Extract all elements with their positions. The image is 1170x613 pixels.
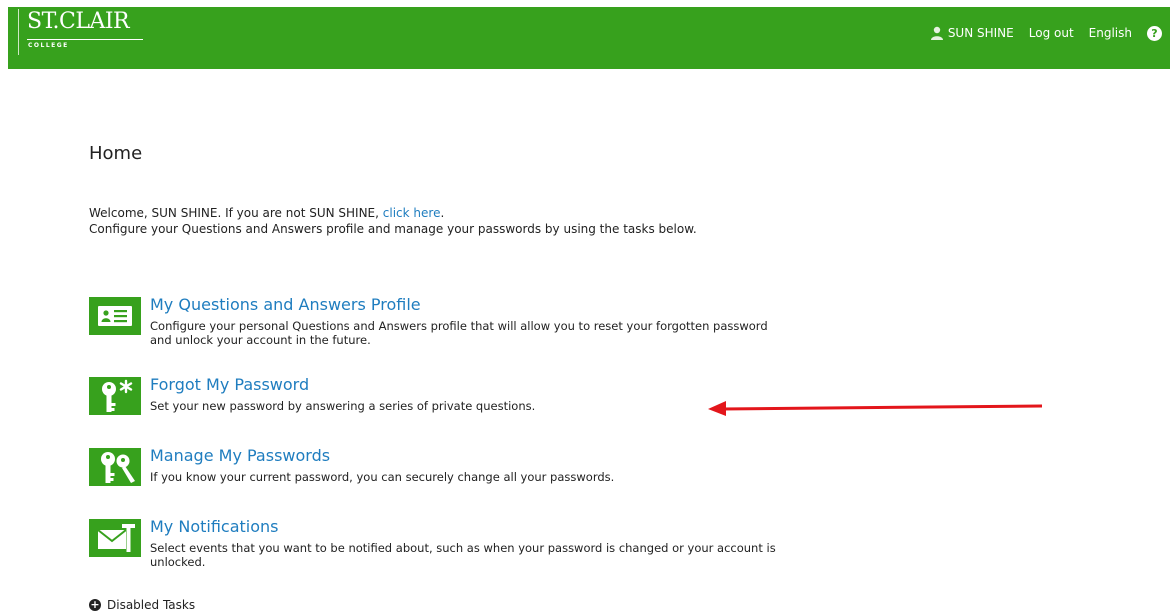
- key-asterisk-icon[interactable]: [89, 377, 141, 415]
- task-forgot-password: Forgot My Password Set your new password…: [89, 375, 789, 421]
- welcome-suffix: .: [440, 206, 445, 220]
- not-you-link[interactable]: click here: [383, 206, 441, 220]
- welcome-message: Welcome, SUN SHINE. If you are not SUN S…: [89, 205, 697, 237]
- logo-underline: [27, 39, 143, 40]
- task-notifications: My Notifications Select events that you …: [89, 517, 789, 577]
- logo-title: ST.CLAIR: [27, 9, 130, 34]
- task-title-link[interactable]: My Notifications: [150, 517, 279, 536]
- logo-subtitle: COLLEGE: [28, 42, 69, 49]
- id-card-icon[interactable]: [89, 297, 141, 335]
- red-arrow-annotation: [708, 401, 1043, 416]
- user-name: SUN SHINE: [947, 26, 1014, 40]
- task-manage-passwords: Manage My Passwords If you know your cur…: [89, 446, 789, 496]
- envelope-notification-icon[interactable]: [89, 519, 141, 557]
- welcome-prefix: Welcome, SUN SHINE. If you are not SUN S…: [89, 206, 379, 220]
- task-description: Select events that you want to be notifi…: [150, 541, 776, 569]
- user-menu[interactable]: SUN SHINE: [930, 26, 1014, 40]
- disabled-tasks-label: Disabled Tasks: [107, 598, 196, 612]
- task-description: Configure your personal Questions and An…: [150, 319, 768, 347]
- disabled-tasks-toggle[interactable]: + Disabled Tasks: [89, 598, 195, 612]
- logout-link[interactable]: Log out: [1029, 26, 1074, 40]
- keys-icon[interactable]: [89, 448, 141, 486]
- plus-circle-icon: +: [89, 598, 101, 611]
- page-title: Home: [89, 143, 143, 164]
- header-actions: SUN SHINE Log out English ?: [930, 7, 1170, 59]
- welcome-line-2: Configure your Questions and Answers pro…: [89, 222, 697, 236]
- task-description: Set your new password by answering a ser…: [150, 399, 536, 413]
- help-icon[interactable]: ?: [1147, 25, 1162, 41]
- welcome-line-1: Welcome, SUN SHINE. If you are not SUN S…: [89, 205, 697, 221]
- task-description: If you know your current password, you c…: [150, 470, 615, 484]
- task-qa-profile: My Questions and Answers Profile Configu…: [89, 295, 789, 355]
- task-title-link[interactable]: Forgot My Password: [150, 375, 309, 394]
- task-title-link[interactable]: My Questions and Answers Profile: [150, 295, 421, 314]
- task-title-link[interactable]: Manage My Passwords: [150, 446, 330, 465]
- language-selector[interactable]: English: [1089, 26, 1132, 40]
- user-icon: [930, 26, 943, 40]
- top-header: ST.CLAIR COLLEGE SUN SHINE Log out Engli…: [8, 7, 1170, 69]
- logo-divider: [18, 9, 19, 55]
